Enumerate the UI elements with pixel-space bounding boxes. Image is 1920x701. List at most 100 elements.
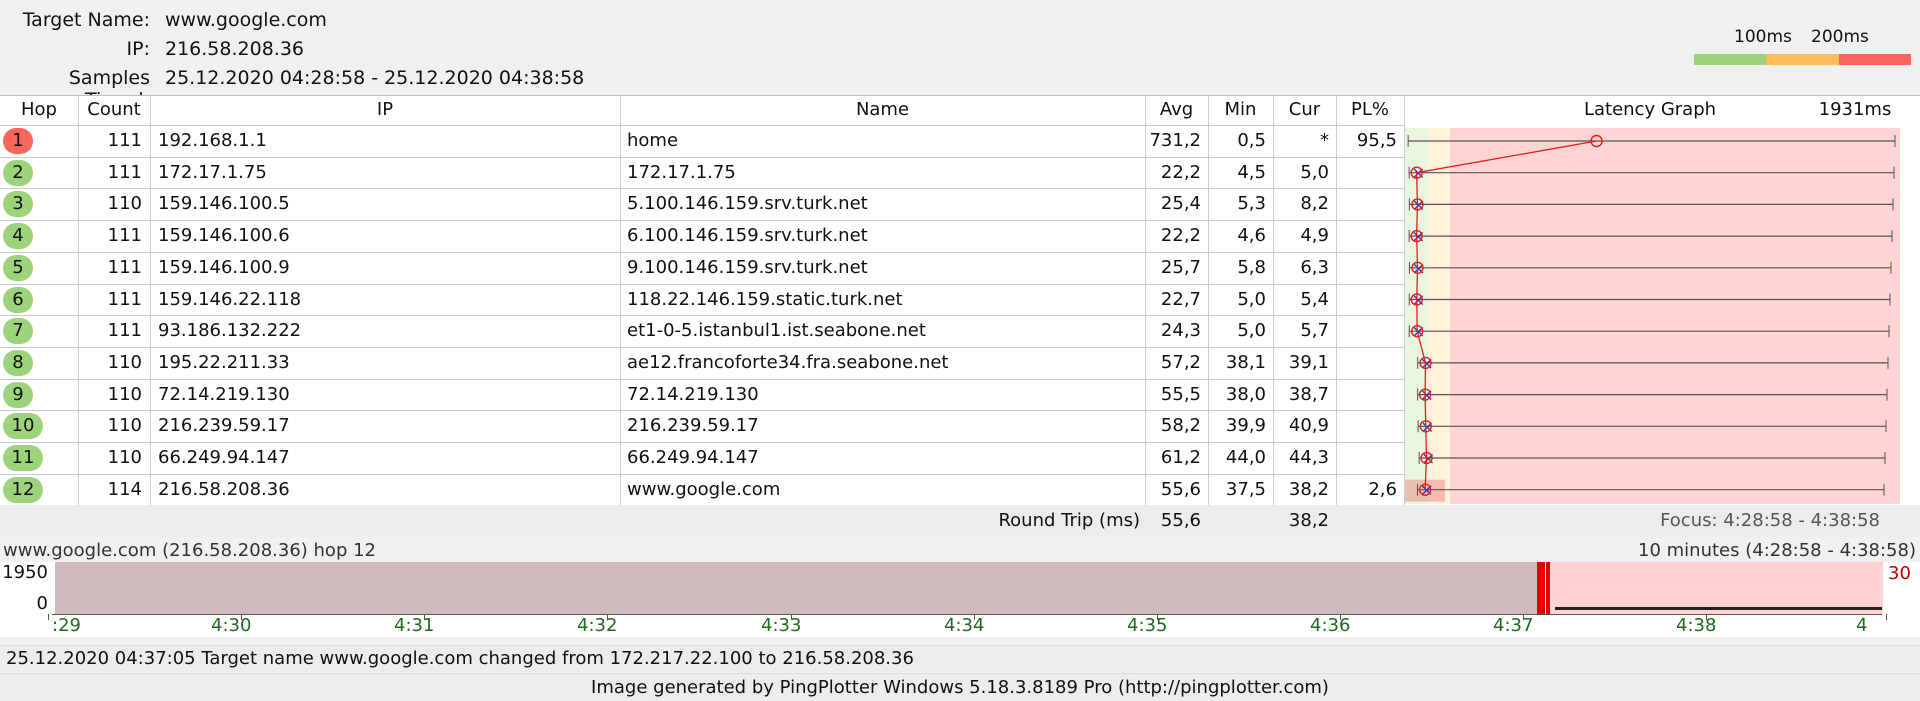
latency-graph[interactable]: ××××××××××× <box>1405 125 1905 505</box>
cell-avg: 61,2 <box>1160 447 1201 468</box>
round-trip-label: Round Trip (ms) <box>998 510 1140 531</box>
event-message: 25.12.2020 04:37:05 Target name www.goog… <box>6 648 914 669</box>
legend-red <box>1839 54 1911 65</box>
cell-min: 5,8 <box>1237 256 1266 278</box>
timeline-baseline <box>1555 607 1882 610</box>
round-trip-avg: 55,6 <box>1160 510 1201 531</box>
timeline-y-bottom: 0 <box>36 593 48 614</box>
cell-cur: 5,4 <box>1300 288 1329 310</box>
cell-pl <box>1336 347 1397 378</box>
cell-ip: 192.168.1.1 <box>158 130 267 151</box>
hop-badge: 2 <box>3 159 33 186</box>
cell-ip: 159.146.100.5 <box>158 193 290 215</box>
target-name-value: www.google.com <box>165 9 327 31</box>
col-latency-graph[interactable]: Latency Graph <box>1500 96 1800 124</box>
cell-cur: 38,7 <box>1288 383 1329 405</box>
timeline-history <box>55 562 1538 614</box>
event-log: 25.12.2020 04:37:05 Target name www.goog… <box>0 645 1920 672</box>
timeline-tick-label: 4:35 <box>1127 615 1168 636</box>
cell-name: 66.249.94.147 <box>627 447 759 468</box>
timeline-tick-label: 4:34 <box>944 615 985 636</box>
timeline-tick-mark <box>48 614 49 620</box>
hop-badge: 10 <box>3 413 43 440</box>
round-trip-row: Round Trip (ms) 55,6 38,2 Focus: 4:28:58… <box>0 505 1920 537</box>
col-avg[interactable]: Avg <box>1145 96 1208 124</box>
table-row[interactable]: 2 111 172.17.1.75 172.17.1.75 22,2 4,5 5,0 <box>0 157 1405 189</box>
table-row[interactable]: 7 111 93.186.132.222 et1-0-5.istanbul1.ist.… <box>0 315 1405 347</box>
table-row[interactable]: 12 114 216.58.208.36 www.google.com 55,6 37,5… <box>0 474 1405 506</box>
table-row[interactable]: 11 110 66.249.94.147 66.249.94.147 61,2 44,0 4… <box>0 442 1405 474</box>
legend-orange <box>1766 54 1839 65</box>
col-hop[interactable]: Hop <box>0 96 78 124</box>
hop-badge: 9 <box>3 381 33 408</box>
cell-avg: 58,2 <box>1160 415 1201 437</box>
col-pl[interactable]: PL% <box>1336 96 1404 124</box>
cell-min: 4,5 <box>1237 161 1266 183</box>
cell-ip: 195.22.211.33 <box>158 351 290 373</box>
table-row[interactable]: 3 110 159.146.100.5 5.100.146.159.srv.turk.… <box>0 188 1405 220</box>
timeline-tick-label: 4:37 <box>1493 615 1534 636</box>
cell-cur: 44,3 <box>1288 447 1329 468</box>
cell-cur: 8,2 <box>1300 193 1329 215</box>
timeline-tick-mark <box>1886 614 1887 620</box>
cell-avg: 731,2 <box>1149 130 1201 151</box>
cell-cur: 38,2 <box>1288 478 1329 500</box>
table-row[interactable]: 6 111 159.146.22.118 118.22.146.159.static.… <box>0 284 1405 316</box>
timeline-caption: www.google.com (216.58.208.36) hop 12 10… <box>0 537 1920 562</box>
cell-min: 4,6 <box>1237 225 1266 247</box>
timeline-tick-label: :29 <box>52 615 81 636</box>
table-row[interactable]: 10 110 216.239.59.17 216.239.59.17 58,2 39,9 4… <box>0 410 1405 442</box>
hop-badge: 5 <box>3 254 33 281</box>
cell-pl <box>1336 284 1397 315</box>
cell-name: 9.100.146.159.srv.turk.net <box>627 256 868 278</box>
col-min[interactable]: Min <box>1208 96 1273 124</box>
cell-min: 44,0 <box>1225 447 1266 468</box>
cell-pl: 2,6 <box>1368 478 1397 500</box>
cell-min: 37,5 <box>1225 478 1266 500</box>
ip-label: IP: <box>126 38 150 60</box>
timeline-tick-label: 4:31 <box>394 615 435 636</box>
cell-count: 110 <box>107 415 142 437</box>
timeline-chart[interactable]: 1950 0 30 :29 4:30 4:31 4:32 4:33 4:34 4:35 4:3… <box>0 562 1920 637</box>
credit-text: Image generated by PingPlotter Windows 5… <box>591 677 1329 698</box>
cell-min: 0,5 <box>1237 130 1266 151</box>
timeline-target: www.google.com (216.58.208.36) hop 12 <box>3 540 376 561</box>
cell-cur: 5,0 <box>1300 161 1329 183</box>
cell-name: et1-0-5.istanbul1.ist.seabone.net <box>627 320 926 342</box>
cell-pl <box>1336 252 1397 283</box>
hop-badge: 6 <box>3 286 33 313</box>
table-row[interactable]: 9 110 72.14.219.130 72.14.219.130 55,5 38,0 38… <box>0 379 1405 411</box>
cell-count: 111 <box>107 225 142 247</box>
cell-count: 114 <box>107 478 142 500</box>
timeline-y-top: 1950 <box>2 562 48 583</box>
cell-cur: 5,7 <box>1300 320 1329 342</box>
hop-badge: 12 <box>3 476 43 503</box>
cell-cur: 40,9 <box>1288 415 1329 437</box>
hop-badge: 3 <box>3 191 33 218</box>
cell-min: 38,0 <box>1225 383 1266 405</box>
table-row[interactable]: 8 110 195.22.211.33 ae12.francoforte34.fra.… <box>0 347 1405 379</box>
graph-zone-orange <box>1428 128 1450 504</box>
timeline-tick-label: 4:38 <box>1676 615 1717 636</box>
min-marker: × <box>1411 164 1425 184</box>
cell-cur: 39,1 <box>1288 351 1329 373</box>
col-name[interactable]: Name <box>620 96 1145 124</box>
ip-value: 216.58.208.36 <box>165 38 305 60</box>
col-count[interactable]: Count <box>78 96 150 124</box>
credit-footer: Image generated by PingPlotter Windows 5… <box>0 673 1920 701</box>
cell-ip: 66.249.94.147 <box>158 447 290 468</box>
table-row[interactable]: 1 111 192.168.1.1 home 731,2 0,5 * 95,5 <box>0 125 1405 157</box>
cell-ip: 93.186.132.222 <box>158 320 302 342</box>
table-row[interactable]: 5 111 159.146.100.9 9.100.146.159.srv.turk.… <box>0 252 1405 284</box>
cell-name: 118.22.146.159.static.turk.net <box>627 288 903 310</box>
hop-badge: 11 <box>3 445 43 471</box>
cell-name: 72.14.219.130 <box>627 383 759 405</box>
table-row[interactable]: 4 111 159.146.100.6 6.100.146.159.srv.turk.… <box>0 220 1405 252</box>
legend-200ms: 200ms <box>1811 27 1869 47</box>
cell-avg: 24,3 <box>1160 320 1201 342</box>
col-cur[interactable]: Cur <box>1273 96 1336 124</box>
legend-100ms: 100ms <box>1734 27 1792 47</box>
cell-count: 111 <box>107 288 142 310</box>
col-ip[interactable]: IP <box>150 96 620 124</box>
min-marker: × <box>1411 227 1425 247</box>
